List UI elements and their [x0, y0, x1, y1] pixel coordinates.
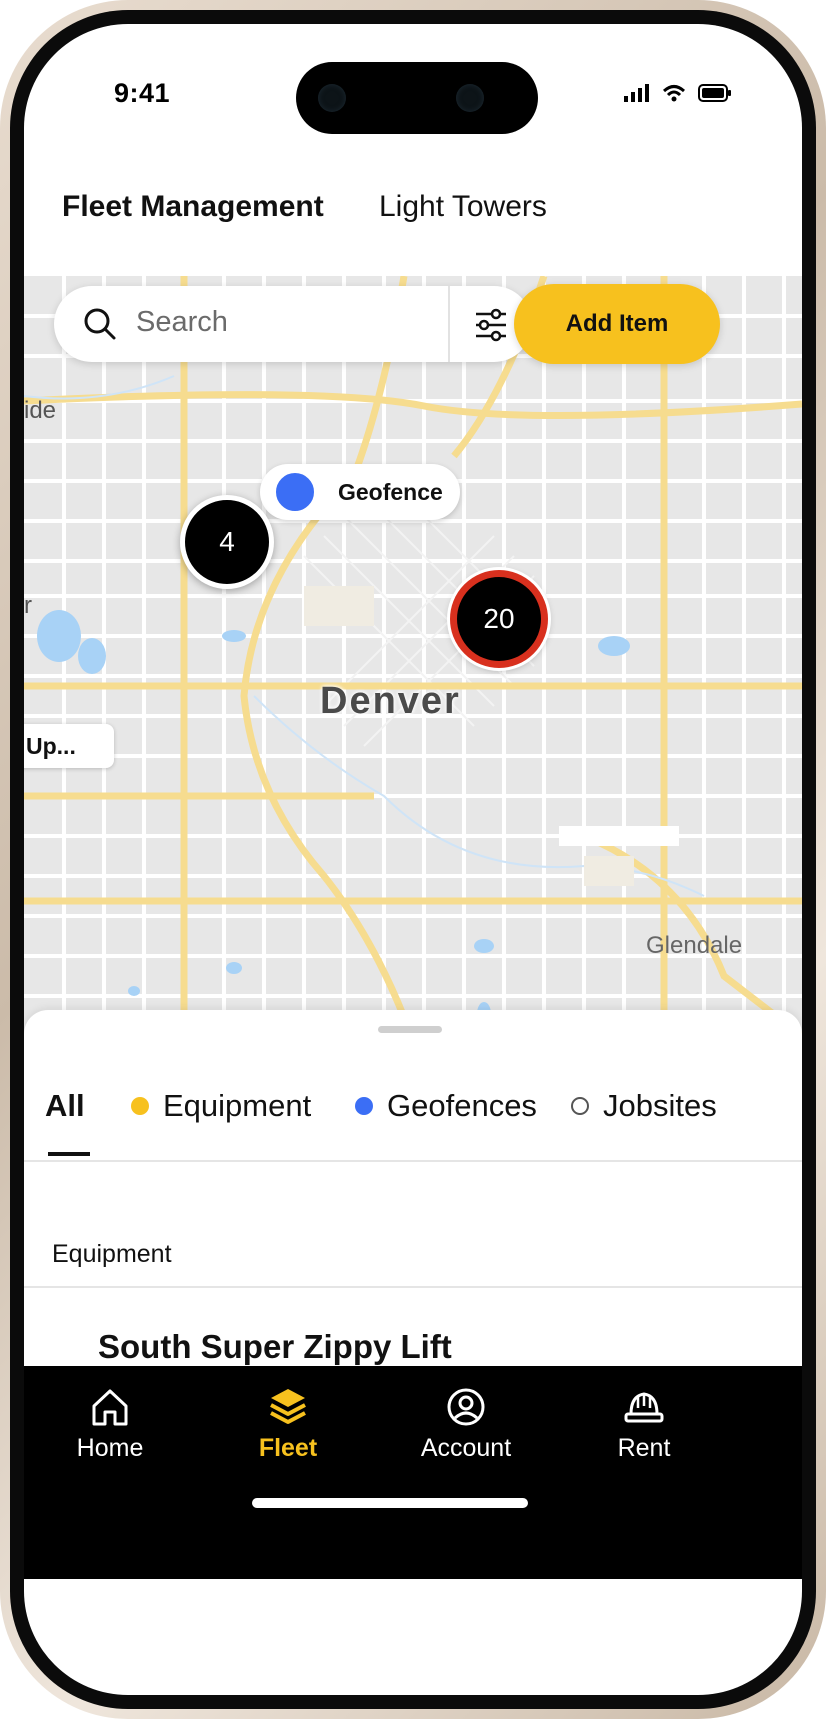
- add-item-button[interactable]: Add Item: [514, 284, 720, 364]
- filter-label: All: [45, 1088, 85, 1123]
- tab-light-towers[interactable]: Light Towers: [379, 190, 547, 224]
- nav-label: Account: [420, 1434, 512, 1462]
- map-cluster-marker[interactable]: 4: [180, 495, 274, 589]
- search-input[interactable]: Search: [136, 306, 228, 339]
- filter-label: Equipment: [163, 1088, 312, 1123]
- sensor-icon: [318, 84, 346, 112]
- filter-geofences[interactable]: Geofences: [355, 1088, 537, 1124]
- account-icon: [447, 1388, 485, 1426]
- nav-label: Home: [76, 1434, 144, 1462]
- equipment-dot-icon: [131, 1097, 149, 1115]
- home-icon: [92, 1389, 128, 1426]
- geofence-dot-icon: [272, 469, 318, 515]
- nav-rent[interactable]: Rent: [584, 1386, 704, 1463]
- map-place-label: ide: [24, 397, 57, 424]
- nav-fleet[interactable]: Fleet: [228, 1386, 348, 1463]
- map-marker-label[interactable]: Up...: [24, 724, 114, 768]
- signal-icon: [624, 84, 649, 102]
- nav-account[interactable]: Account: [406, 1386, 526, 1463]
- search-icon: [84, 308, 116, 340]
- filter-label: Geofences: [387, 1088, 537, 1123]
- home-indicator[interactable]: [252, 1498, 528, 1508]
- section-title: Equipment: [52, 1240, 172, 1268]
- tab-fleet-management[interactable]: Fleet Management: [62, 190, 324, 224]
- status-time: 9:41: [114, 78, 171, 108]
- divider: [24, 1160, 802, 1162]
- sheet-drag-handle[interactable]: [378, 1026, 442, 1033]
- geofence-marker-label: Geofence: [338, 479, 443, 505]
- layers-icon: [270, 1389, 306, 1424]
- dynamic-island: [296, 62, 538, 134]
- app-screen: 9:41 Fleet Management Light Towers ide r…: [24, 24, 802, 1695]
- bottom-sheet: All Equipment Geofences Jobsites Equipme…: [24, 1010, 802, 1410]
- camera-icon: [456, 84, 484, 112]
- nav-home[interactable]: Home: [50, 1386, 170, 1463]
- map-place-label: Glendale: [646, 932, 743, 959]
- geofence-dot-icon: [355, 1097, 373, 1115]
- map-cluster-alert-marker[interactable]: 20: [450, 570, 548, 668]
- nav-label: Rent: [617, 1434, 671, 1462]
- filter-icon[interactable]: [472, 306, 510, 344]
- geofence-marker[interactable]: Geofence: [260, 464, 460, 520]
- hardhat-icon: [624, 1392, 664, 1423]
- phone-frame: 9:41 Fleet Management Light Towers ide r…: [0, 0, 834, 1719]
- search-bar[interactable]: Search: [54, 286, 532, 362]
- battery-icon: [698, 84, 731, 102]
- active-filter-underline: [48, 1152, 90, 1156]
- divider: [24, 1286, 802, 1288]
- bottom-nav: Home Fleet Account Rent: [24, 1366, 802, 1579]
- map-place-label: r: [24, 592, 32, 619]
- map-city-label: Denver: [320, 680, 461, 722]
- equipment-item-title[interactable]: South Super Zippy Lift: [98, 1328, 452, 1366]
- filter-label: Jobsites: [603, 1088, 717, 1123]
- nav-label: Fleet: [258, 1434, 318, 1462]
- status-icons: [624, 84, 732, 102]
- filter-jobsites[interactable]: Jobsites: [571, 1088, 717, 1124]
- jobsite-ring-icon: [571, 1097, 589, 1115]
- search-divider: [448, 286, 450, 362]
- filter-all[interactable]: All: [45, 1088, 85, 1124]
- filter-equipment[interactable]: Equipment: [131, 1088, 311, 1124]
- wifi-icon: [662, 85, 686, 102]
